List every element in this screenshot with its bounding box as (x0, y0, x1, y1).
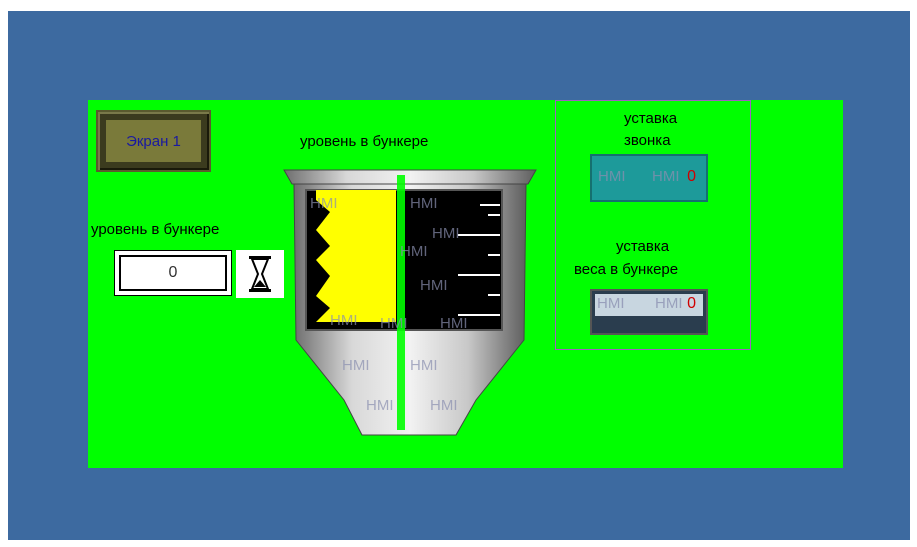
bell-setpoint-value: 0 (687, 168, 696, 185)
screen-1-button-label: Экран 1 (106, 120, 201, 162)
hopper-title: уровень в бункере (300, 133, 429, 150)
level-label: уровень в бункере (91, 221, 220, 238)
svg-text:HMI: HMI (380, 315, 408, 332)
weight-setpoint-label-2: веса в бункере (574, 261, 679, 278)
svg-text:HMI: HMI (342, 357, 370, 374)
level-display[interactable]: 0 (114, 250, 232, 296)
bell-setpoint-label-2: звонка (624, 132, 671, 149)
svg-text:HMI: HMI (400, 243, 428, 260)
weight-setpoint-field[interactable]: HMI HMI 0 (590, 289, 708, 335)
hopper-graphic: HMI HMI HMI HMI HMI HMI HMI HMI HMI HMI HMI HM… (280, 160, 540, 450)
watermark-text: HMI (597, 295, 625, 312)
bell-setpoint-field[interactable]: HMI HMI 0 (590, 154, 708, 202)
bell-setpoint-label-1: уставка (624, 110, 678, 127)
svg-text:HMI: HMI (440, 315, 468, 332)
svg-text:HMI: HMI (432, 225, 460, 242)
svg-text:HMI: HMI (410, 357, 438, 374)
svg-text:HMI: HMI (366, 397, 394, 414)
watermark-text: HMI (655, 295, 683, 312)
svg-text:HMI: HMI (410, 195, 438, 212)
level-value: 0 (119, 255, 227, 291)
weight-setpoint-label-1: уставка (616, 238, 670, 255)
svg-text:HMI: HMI (430, 397, 458, 414)
screen-1-button[interactable]: Экран 1 (96, 110, 211, 172)
svg-text:HMI: HMI (310, 195, 338, 212)
weight-setpoint-value: 0 (687, 295, 696, 312)
svg-text:HMI: HMI (420, 277, 448, 294)
watermark-text: HMI (598, 168, 626, 185)
hourglass-icon (236, 250, 284, 298)
svg-text:HMI: HMI (330, 312, 358, 329)
watermark-text: HMI (652, 168, 680, 185)
